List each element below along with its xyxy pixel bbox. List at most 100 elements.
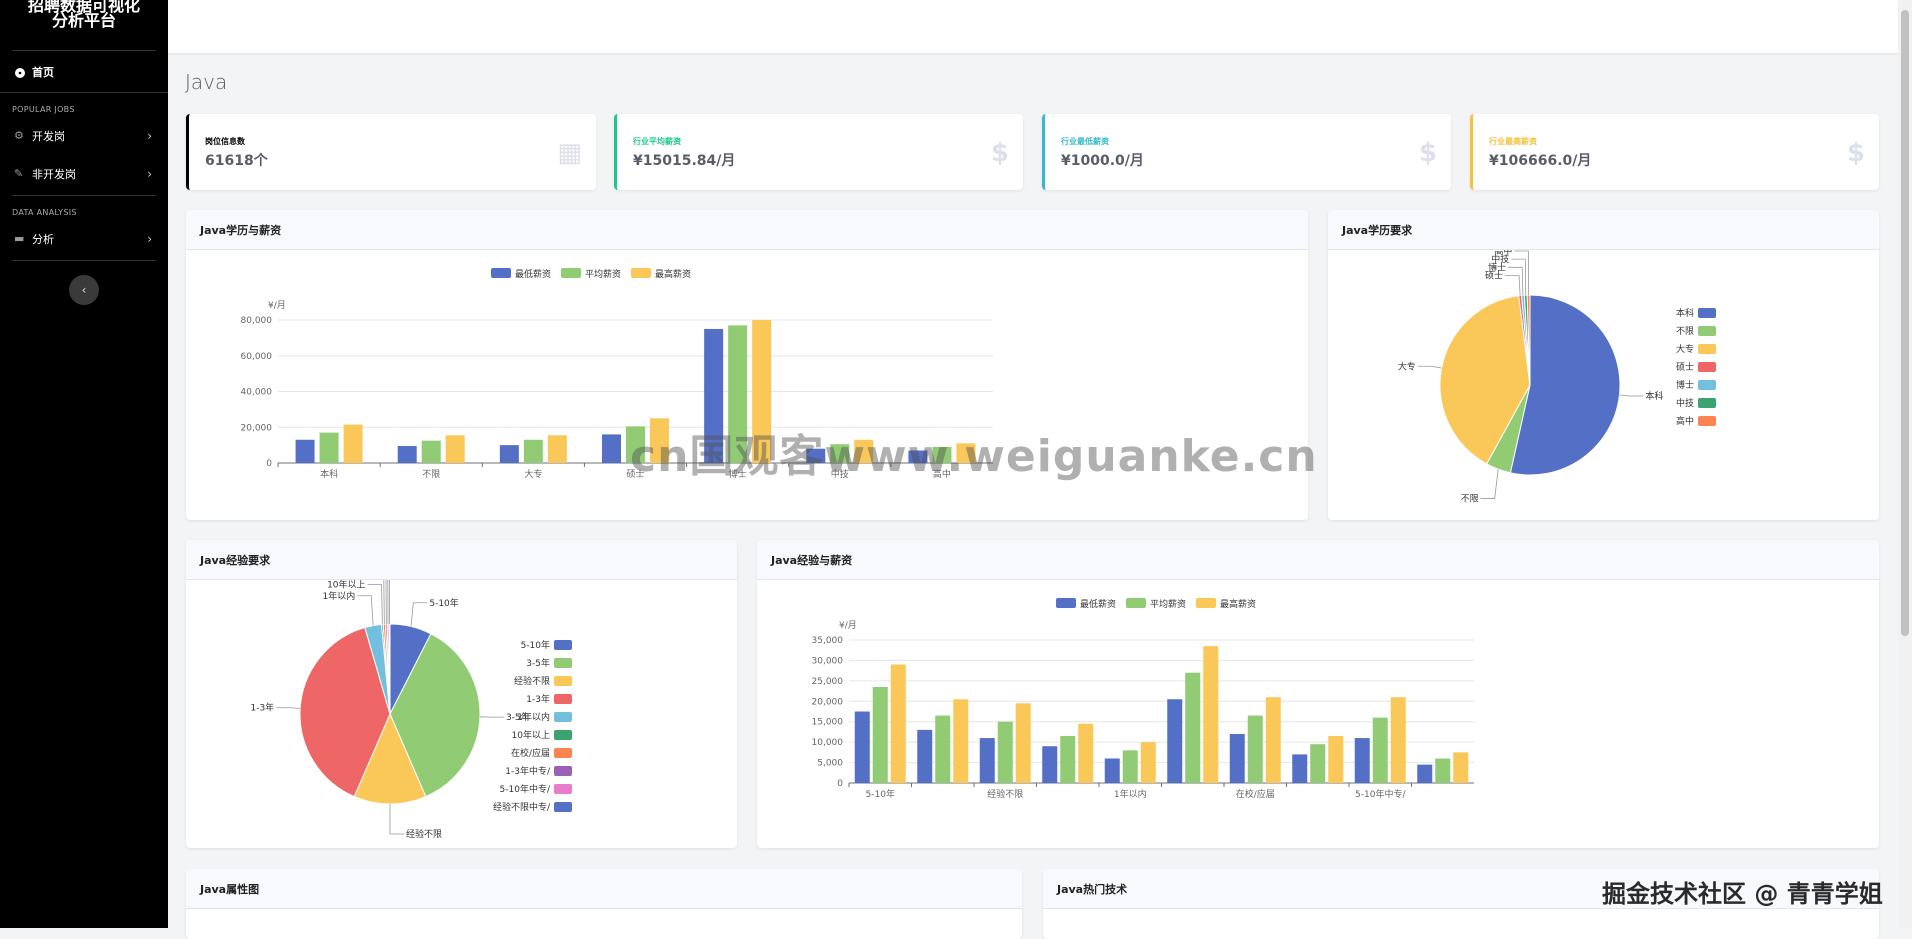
- dollar-icon: $: [1419, 138, 1437, 168]
- chevron-right-icon: ›: [147, 167, 152, 181]
- legend-swatch: [631, 268, 651, 278]
- brand-title[interactable]: 招聘数据可视化 分析平台: [12, 0, 156, 51]
- stat-card-avg: 行业平均薪资 ¥15015.84/月 $: [614, 114, 1023, 190]
- label-line: [1508, 267, 1523, 295]
- stat-value: 61618个: [205, 150, 268, 170]
- panel-title: Java经验要求: [186, 540, 737, 580]
- bar: [1016, 703, 1031, 783]
- stat-value: ¥15015.84/月: [633, 150, 735, 170]
- bar: [1266, 697, 1281, 783]
- label-line: [1481, 469, 1499, 498]
- label-line: [1511, 259, 1525, 295]
- nav-analysis[interactable]: ▬ 分析 ›: [0, 220, 168, 258]
- stat-label: 行业最低薪资: [1061, 136, 1109, 147]
- dashboard-icon: [14, 66, 26, 78]
- bar: [1105, 758, 1120, 783]
- divider: [12, 195, 156, 196]
- label-line: [368, 584, 383, 624]
- legend-label: 最高薪资: [1220, 598, 1256, 610]
- scrollbar[interactable]: [1898, 0, 1912, 928]
- sidebar-toggle-button[interactable]: ‹: [69, 275, 99, 305]
- legend-swatch: [1698, 344, 1716, 354]
- bar: [953, 699, 968, 783]
- legend-label: 平均薪资: [1150, 598, 1186, 610]
- y-tick-label: 20,000: [812, 697, 844, 707]
- legend-label: 平均薪资: [585, 268, 621, 280]
- legend-swatch: [554, 676, 572, 686]
- bar: [446, 435, 465, 463]
- x-tick-label: 不限: [422, 469, 440, 480]
- legend-label: 高中: [1676, 415, 1694, 427]
- x-tick-label: 经验不限: [987, 788, 1023, 800]
- legend-swatch: [1196, 598, 1216, 608]
- watermark: cn国观客www.weiguanke.cn: [630, 420, 1318, 484]
- pie-label: 1-3年: [250, 702, 274, 714]
- bar: [1373, 718, 1388, 783]
- stat-label: 行业最高薪资: [1489, 136, 1537, 147]
- y-tick-label: 35,000: [812, 636, 844, 646]
- scrollbar-thumb[interactable]: [1901, 10, 1909, 636]
- y-axis-unit: ¥/月: [268, 300, 286, 311]
- pie-label: 大专: [1398, 360, 1416, 372]
- stat-value: ¥1000.0/月: [1061, 150, 1144, 170]
- bar: [1328, 736, 1343, 783]
- legend-swatch: [491, 268, 511, 278]
- nav-home[interactable]: 首页: [0, 51, 168, 93]
- stat-value: ¥106666.0/月: [1489, 150, 1591, 170]
- bar: [398, 446, 417, 463]
- bar: [1042, 746, 1057, 783]
- chevron-right-icon: ›: [147, 129, 152, 143]
- y-tick-label: 15,000: [812, 718, 844, 728]
- wrench-icon: ✎: [14, 168, 26, 180]
- label-line: [1418, 366, 1442, 368]
- legend-swatch: [561, 268, 581, 278]
- pie-label: 本科: [1645, 390, 1663, 402]
- dollar-icon: $: [1847, 138, 1865, 168]
- legend-swatch: [554, 712, 572, 722]
- bar: [1248, 716, 1263, 783]
- bar: [1060, 736, 1075, 783]
- legend-swatch: [554, 730, 572, 740]
- corner-watermark: 掘金技术社区 @ 青青学姐: [1602, 874, 1883, 909]
- chevron-right-icon: ›: [147, 232, 152, 246]
- bar: [344, 425, 363, 463]
- bar: [1435, 758, 1450, 783]
- bar: [1310, 744, 1325, 783]
- nav-nondev-label: 非开发岗: [32, 166, 76, 182]
- nav-dev-jobs[interactable]: ⚙ 开发岗 ›: [0, 117, 168, 155]
- legend-swatch: [554, 802, 572, 812]
- pie-label: 不限: [1461, 494, 1479, 505]
- legend-label: 经验不限中专/: [493, 801, 551, 813]
- nav-nondev-jobs[interactable]: ✎ 非开发岗 ›: [0, 155, 168, 193]
- legend-label: 3-5年: [526, 657, 550, 669]
- bar: [1355, 738, 1370, 783]
- bar: [1230, 734, 1245, 783]
- edu-req-chart: 本科不限大专硕士博士中技高中本科不限大专硕士博士中技高中: [1328, 250, 1879, 520]
- label-line: [390, 804, 404, 834]
- bar: [296, 440, 315, 463]
- y-tick-label: 40,000: [241, 388, 273, 398]
- pie-label: 经验不限: [406, 828, 442, 840]
- bar: [1141, 742, 1156, 783]
- bar: [1453, 752, 1468, 783]
- gear-icon: ⚙: [14, 130, 26, 142]
- bar: [500, 445, 519, 463]
- legend-label: 1年以内: [517, 711, 550, 723]
- nav-home-label: 首页: [32, 64, 54, 80]
- pie-label: 高中: [1494, 250, 1512, 257]
- legend-label: 硕士: [1676, 361, 1694, 373]
- bar: [1123, 750, 1138, 783]
- legend-label: 博士: [1676, 379, 1694, 391]
- panel-title: Java经验与薪资: [757, 540, 1879, 580]
- stat-card-max: 行业最高薪资 ¥106666.0/月 $: [1470, 114, 1879, 190]
- y-tick-label: 80,000: [241, 316, 273, 326]
- y-tick-label: 60,000: [241, 352, 273, 362]
- legend-label: 不限: [1676, 326, 1694, 337]
- x-tick-label: 在校/应届: [1236, 788, 1275, 800]
- legend-label: 大专: [1676, 343, 1694, 355]
- legend-label: 最低薪资: [1080, 598, 1116, 610]
- legend-label: 10年以上: [512, 729, 550, 741]
- bar: [935, 716, 950, 783]
- dollar-icon: $: [991, 138, 1009, 168]
- legend-label: 中技: [1676, 397, 1694, 409]
